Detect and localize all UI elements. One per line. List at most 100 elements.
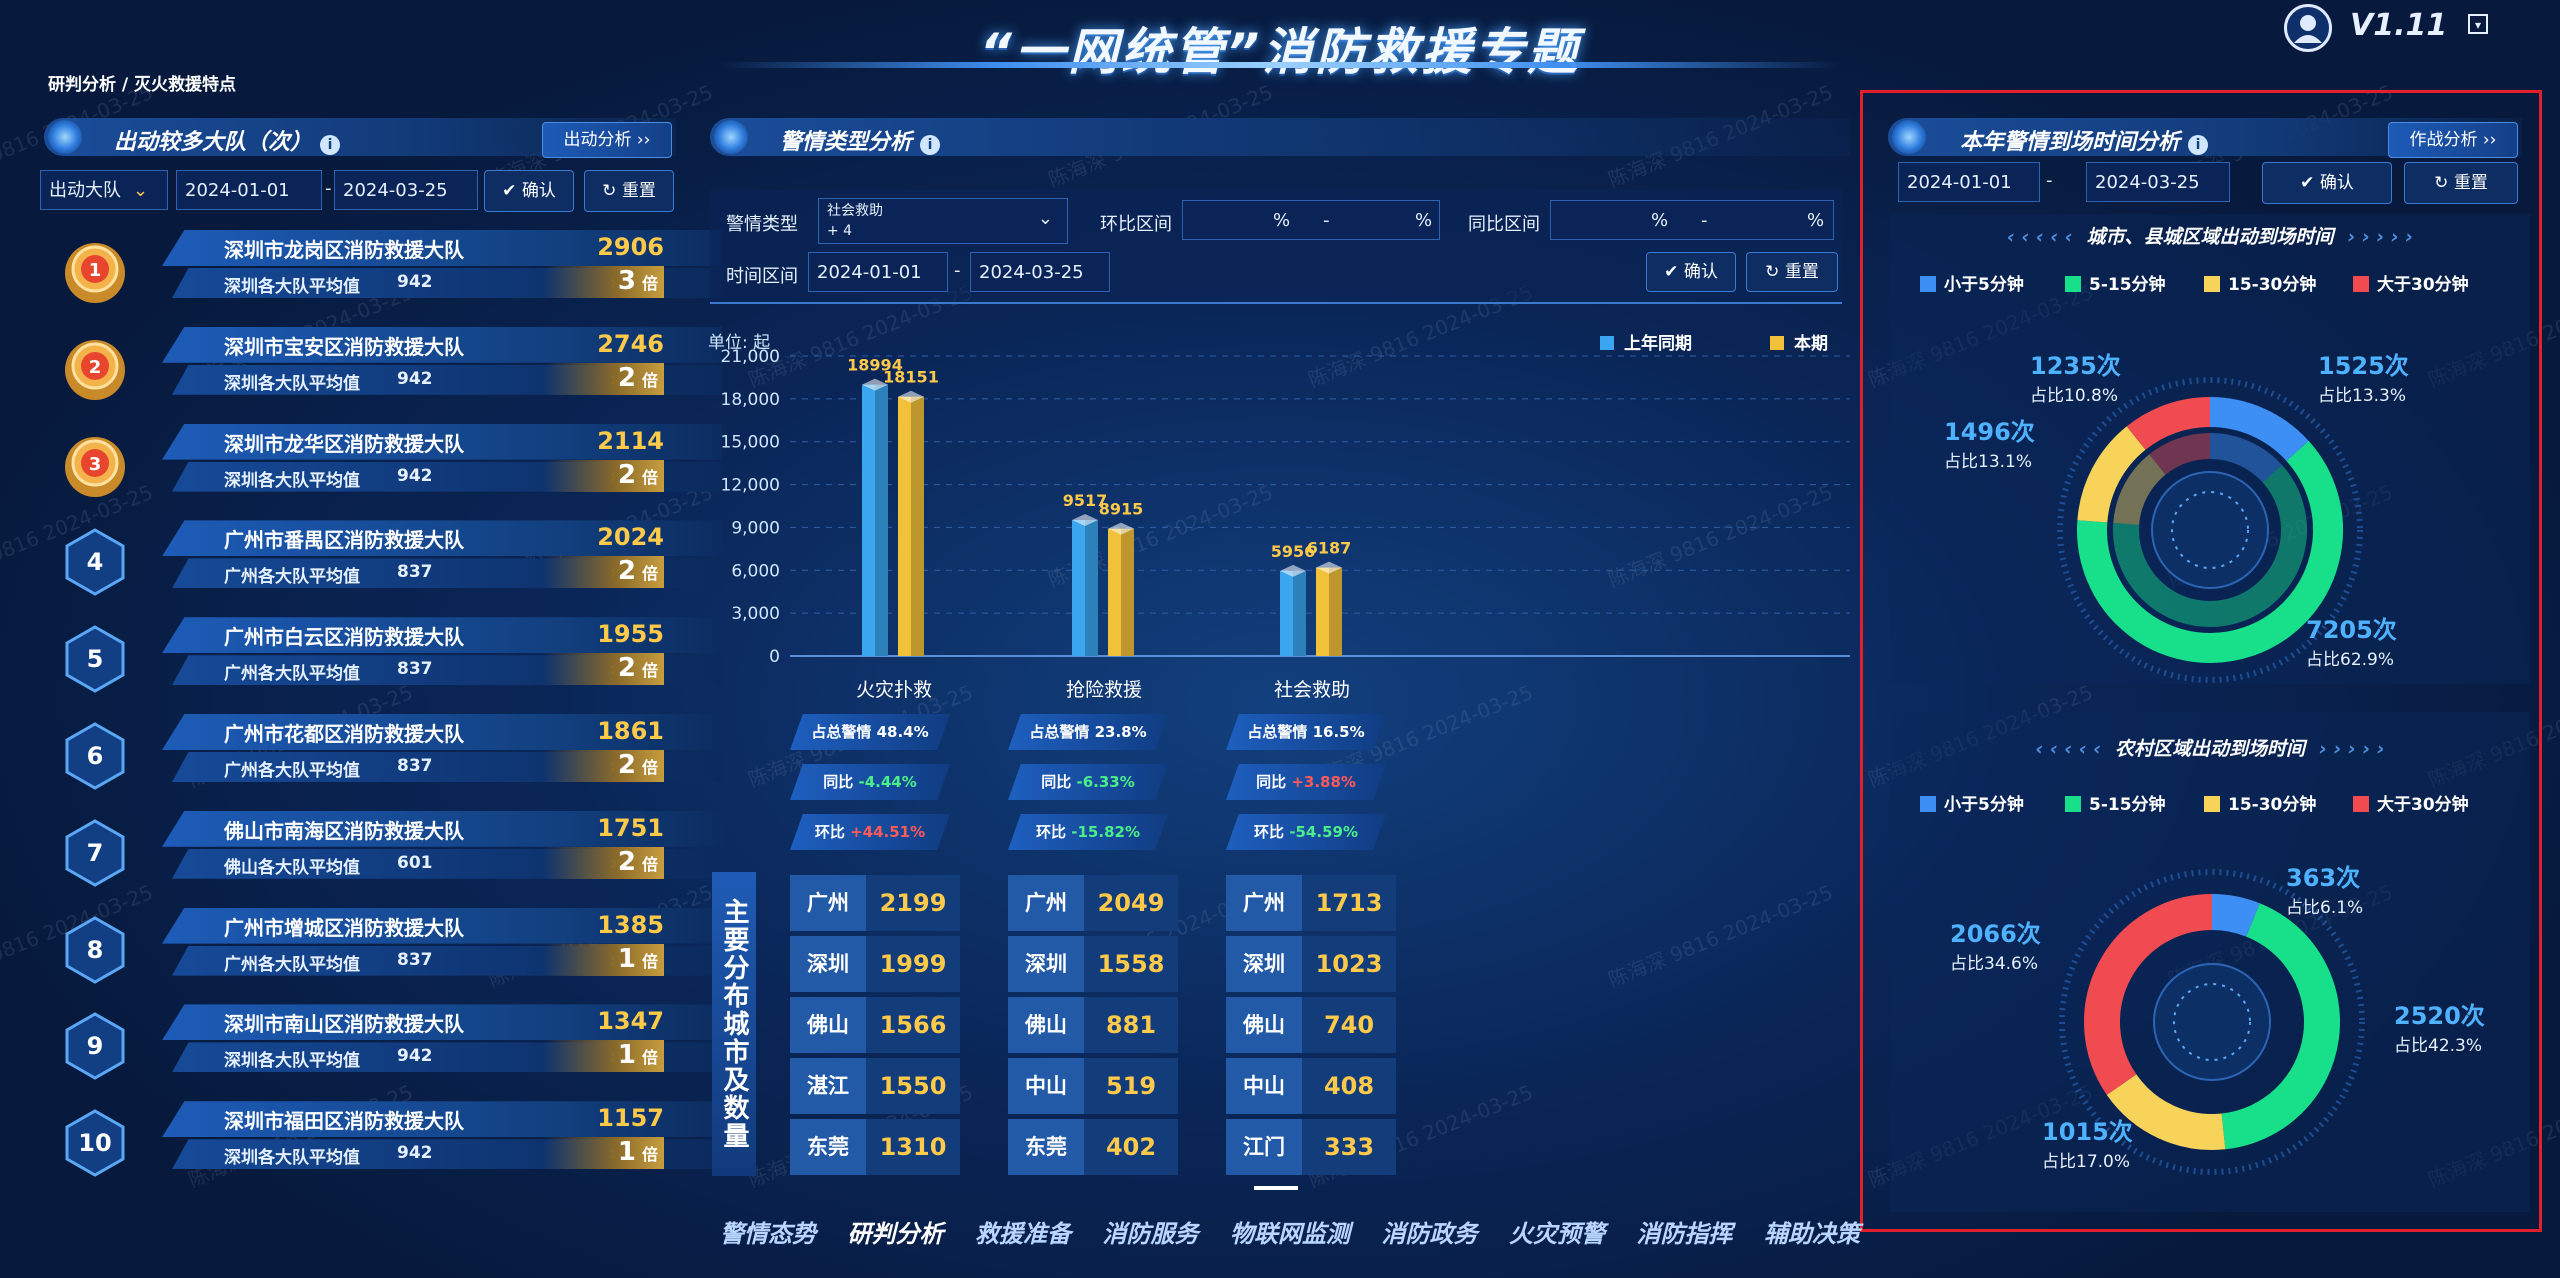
- breadcrumb: 研判分析 / 灭火救援特点: [48, 75, 237, 95]
- combat-analysis-button[interactable]: 作战分析 ››: [2388, 122, 2518, 158]
- dispatch-analysis-button[interactable]: 出动分析 ››: [542, 122, 672, 158]
- info-icon[interactable]: i: [920, 135, 941, 155]
- left-reset-button[interactable]: ↻ 重置: [584, 170, 674, 212]
- middle-confirm-button[interactable]: ✔ 确认: [1646, 252, 1736, 292]
- mom-value: -54.59%: [1289, 823, 1358, 841]
- rank-row[interactable]: 10深圳市福田区消防救援大队1157深圳各大队平均值942»1倍: [52, 1097, 722, 1185]
- legend-item[interactable]: 小于5分钟: [1920, 790, 2024, 815]
- avg-label: 深圳各大队平均值: [224, 470, 360, 491]
- legend-item[interactable]: 上年同期: [1600, 333, 1692, 354]
- avg-label: 广州各大队平均值: [224, 761, 360, 781]
- legend-item[interactable]: 5-15分钟: [2065, 270, 2166, 295]
- left-date-end[interactable]: 2024-03-25: [334, 170, 478, 210]
- mom-tag: 环比 -54.59%: [1226, 814, 1386, 850]
- bar[interactable]: [1316, 561, 1342, 656]
- nav-item[interactable]: 救援准备: [975, 1214, 1071, 1254]
- share-tag: 占总警情 48.4%: [790, 714, 950, 750]
- city-row[interactable]: 广州 2049: [1008, 875, 1178, 931]
- city-row[interactable]: 佛山 1566: [790, 997, 960, 1053]
- user-avatar-icon[interactable]: [2284, 4, 2332, 52]
- rank-row[interactable]: 4广州市番禺区消防救援大队2024广州各大队平均值837»2倍: [52, 516, 722, 604]
- brigade-select[interactable]: 出动大队 ⌄: [40, 170, 168, 210]
- donut-slice[interactable]: [2149, 433, 2211, 475]
- legend-item[interactable]: 小于5分钟: [1920, 270, 2024, 295]
- brigade-name: 广州市白云区消防救援大队: [224, 625, 464, 650]
- bar[interactable]: [898, 390, 924, 656]
- legend-item[interactable]: 15-30分钟: [2204, 790, 2316, 815]
- bar[interactable]: [1280, 564, 1306, 656]
- version-label: V1.11: [2350, 8, 2448, 43]
- mom-tag: 环比 -15.82%: [1008, 814, 1168, 850]
- city-row[interactable]: 深圳 1558: [1008, 936, 1178, 992]
- bar[interactable]: [1072, 514, 1098, 656]
- slice-percent: 占比17.0%: [2042, 1152, 2131, 1172]
- middle-reset-button[interactable]: ↻ 重置: [1746, 252, 1838, 292]
- nav-item[interactable]: 研判分析: [848, 1214, 944, 1254]
- city-row[interactable]: 深圳 1999: [790, 936, 960, 992]
- nav-item[interactable]: 消防指挥: [1637, 1214, 1733, 1254]
- rank-row[interactable]: 1深圳市龙岗区消防救援大队2906深圳各大队平均值942»3倍: [52, 226, 722, 314]
- rank-row[interactable]: 7佛山市南海区消防救援大队1751佛山各大队平均值601»2倍: [52, 807, 722, 895]
- left-date-start[interactable]: 2024-01-01: [176, 170, 322, 210]
- city-distribution-title: 主要分布城市及数量: [712, 872, 756, 1176]
- middle-date-end[interactable]: 2024-03-25: [970, 252, 1110, 292]
- middle-date-start[interactable]: 2024-01-01: [808, 252, 948, 292]
- yoy-value: -6.33%: [1076, 773, 1135, 791]
- rank-row[interactable]: 6广州市花都区消防救援大队1861广州各大队平均值837»2倍: [52, 710, 722, 798]
- rank-row[interactable]: 3深圳市龙华区消防救援大队2114深圳各大队平均值942»2倍: [52, 420, 722, 508]
- nav-item[interactable]: 辅助决策: [1764, 1214, 1860, 1254]
- donut-slice[interactable]: [2106, 1073, 2226, 1150]
- left-confirm-button[interactable]: ✔ 确认: [484, 170, 574, 212]
- legend-item[interactable]: 大于30分钟: [2353, 270, 2469, 295]
- svg-text:7: 7: [87, 839, 104, 867]
- svg-text:3: 3: [89, 454, 102, 475]
- info-icon[interactable]: i: [2188, 135, 2209, 155]
- nav-item[interactable]: 消防政务: [1382, 1214, 1478, 1254]
- rank-row[interactable]: 2深圳市宝安区消防救援大队2746深圳各大队平均值942»2倍: [52, 323, 722, 411]
- city-row[interactable]: 江门 333: [1226, 1119, 1396, 1175]
- legend-swatch: [2065, 796, 2081, 812]
- donut-slice[interactable]: [2209, 433, 2282, 483]
- right-reset-button[interactable]: ↻ 重置: [2404, 162, 2518, 204]
- city-row[interactable]: 广州 1713: [1226, 875, 1396, 931]
- city-row[interactable]: 佛山 881: [1008, 997, 1178, 1053]
- version-dropdown-icon[interactable]: ▾: [2468, 14, 2488, 34]
- rank-row[interactable]: 8广州市增城区消防救援大队1385广州各大队平均值837»1倍: [52, 904, 722, 992]
- donut-slice[interactable]: [2211, 894, 2260, 937]
- city-row[interactable]: 深圳 1023: [1226, 936, 1396, 992]
- right-date-end[interactable]: 2024-03-25: [2086, 162, 2230, 202]
- nav-item[interactable]: 物联网监测: [1230, 1214, 1350, 1254]
- hb-range-input[interactable]: % -%: [1182, 200, 1440, 240]
- donut-slice[interactable]: [2113, 454, 2166, 526]
- rank-row[interactable]: 5广州市白云区消防救援大队1955广州各大队平均值837»2倍: [52, 613, 722, 701]
- legend-item[interactable]: 15-30分钟: [2204, 270, 2316, 295]
- rank-row[interactable]: 9深圳市南山区消防救援大队1347深圳各大队平均值942»1倍: [52, 1000, 722, 1088]
- city-row[interactable]: 东莞 402: [1008, 1119, 1178, 1175]
- city-row[interactable]: 广州 2199: [790, 875, 960, 931]
- right-date-start[interactable]: 2024-01-01: [1898, 162, 2040, 202]
- info-icon[interactable]: i: [320, 135, 341, 155]
- legend-item[interactable]: 大于30分钟: [2353, 790, 2469, 815]
- avg-label: 深圳各大队平均值: [224, 277, 360, 297]
- hexagon-badge-icon: 8: [65, 915, 125, 984]
- nav-item[interactable]: 火灾预警: [1509, 1214, 1605, 1254]
- city-row[interactable]: 东莞 1310: [790, 1119, 960, 1175]
- tb-range-input[interactable]: % -%: [1550, 200, 1834, 240]
- legend-item[interactable]: 本期: [1770, 333, 1828, 354]
- bar[interactable]: [862, 378, 888, 656]
- nav-item[interactable]: 消防服务: [1103, 1214, 1199, 1254]
- right-confirm-button[interactable]: ✔ 确认: [2262, 162, 2392, 204]
- svg-text:9: 9: [87, 1032, 104, 1060]
- city-row[interactable]: 中山 519: [1008, 1058, 1178, 1114]
- city-row[interactable]: 佛山 740: [1226, 997, 1396, 1053]
- dispatch-count: 2746: [597, 329, 664, 358]
- legend-item[interactable]: 5-15分钟: [2065, 790, 2166, 815]
- alarm-type-select[interactable]: 社会救助 + 4 ⌄: [818, 198, 1068, 244]
- bar[interactable]: [1108, 522, 1134, 656]
- city-count: 1713: [1302, 875, 1396, 931]
- avg-value: 601: [397, 852, 433, 873]
- nav-item[interactable]: 警情态势: [720, 1214, 816, 1254]
- city-row[interactable]: 中山 408: [1226, 1058, 1396, 1114]
- avg-label: 深圳各大队平均值: [224, 1148, 360, 1169]
- city-row[interactable]: 湛江 1550: [790, 1058, 960, 1114]
